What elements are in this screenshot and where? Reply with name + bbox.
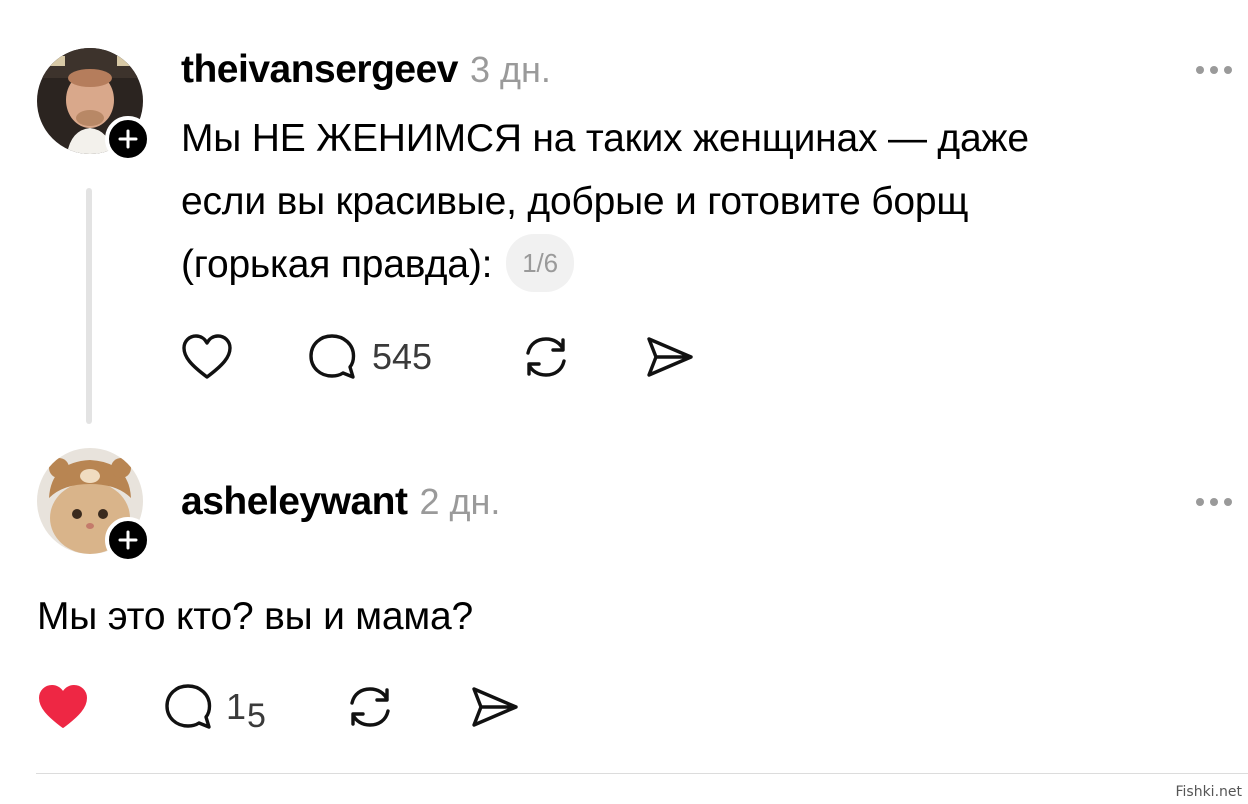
repost-icon — [526, 337, 566, 377]
more-button[interactable] — [1196, 66, 1232, 74]
post-text-line: если вы красивые, добрые и готовите борщ — [181, 180, 969, 223]
post-text: Мы это кто? вы и мама? — [37, 595, 473, 638]
thread-line — [86, 188, 92, 424]
send-icon — [472, 687, 518, 727]
more-dots-icon — [1196, 498, 1204, 506]
username[interactable]: theivansergeev — [181, 48, 459, 91]
repost-button[interactable] — [344, 683, 396, 731]
username[interactable]: asheleywant — [181, 480, 408, 523]
send-icon — [647, 337, 693, 377]
speech-bubble-icon — [165, 684, 212, 729]
repost-button[interactable] — [520, 333, 572, 381]
reply-count: 545 — [372, 336, 433, 377]
repost-icon — [350, 687, 390, 727]
post-text-line: Мы НЕ ЖЕНИМСЯ на таких женщинах — даже — [181, 117, 1029, 160]
share-button[interactable] — [469, 683, 521, 731]
reply-count-sub: 5 — [247, 697, 266, 735]
reply-button[interactable]: 15 — [164, 683, 266, 735]
reply-count-main: 1 — [226, 686, 247, 727]
reply-button[interactable]: 545 — [308, 333, 432, 381]
speech-bubble-icon — [309, 334, 356, 379]
post-header: theivansergeev 3 дн. — [181, 48, 551, 92]
share-button[interactable] — [644, 333, 696, 381]
timestamp: 2 дн. — [419, 481, 501, 522]
reply-count: 15 — [226, 686, 266, 735]
divider — [36, 773, 1248, 774]
plus-icon — [118, 129, 138, 149]
post-header: asheleywant 2 дн. — [181, 480, 500, 524]
follow-button[interactable] — [105, 116, 151, 162]
heart-icon — [182, 334, 232, 379]
like-button[interactable] — [181, 333, 233, 381]
timestamp: 3 дн. — [470, 49, 551, 90]
follow-button[interactable] — [105, 517, 151, 563]
post-text-line: (горькая правда): — [181, 243, 493, 286]
watermark: Fishki.net — [1175, 784, 1242, 800]
more-button[interactable] — [1196, 498, 1232, 506]
plus-icon — [118, 530, 138, 550]
media-counter: 1/6 — [506, 233, 574, 292]
like-button[interactable] — [37, 683, 89, 731]
heart-icon — [39, 685, 87, 728]
post-text: Мы НЕ ЖЕНИМСЯ на таких женщинах — даже е… — [181, 107, 1029, 296]
more-dots-icon — [1196, 66, 1204, 74]
